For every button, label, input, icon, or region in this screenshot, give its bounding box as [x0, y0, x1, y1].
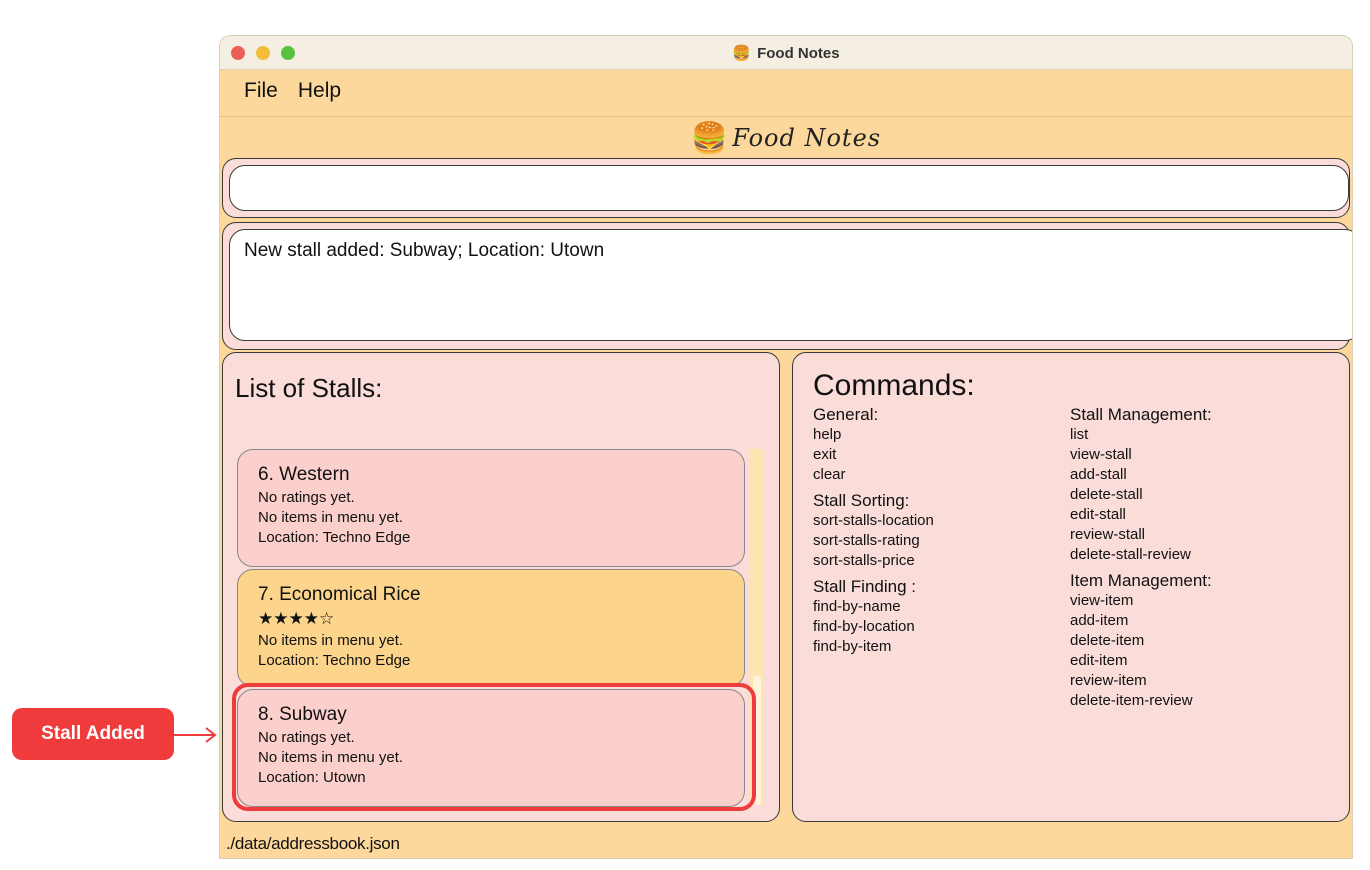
command-review-stall: review-stall — [1070, 526, 1146, 543]
stall-card[interactable]: 8. Subway No ratings yet. No items in me… — [237, 689, 745, 807]
command-list: list — [1070, 426, 1089, 443]
command-clear: clear — [813, 466, 846, 483]
command-find-by-item: find-by-item — [813, 638, 892, 655]
stall-card-location: Location: Utown — [258, 769, 366, 786]
command-find-by-location: find-by-location — [813, 618, 915, 635]
command-add-item: add-item — [1070, 612, 1129, 629]
stall-card-header: 6. Western — [258, 464, 350, 485]
title-bar: 🍔 Food Notes — [220, 36, 1352, 70]
commands-group-heading: Stall Management: — [1070, 405, 1212, 424]
stall-card-location: Location: Techno Edge — [258, 529, 411, 546]
annotation-arrow-icon — [174, 727, 217, 743]
command-add-stall: add-stall — [1070, 466, 1127, 483]
window-title: 🍔 Food Notes — [732, 45, 840, 62]
menu-file[interactable]: File — [244, 79, 278, 103]
stall-card-rating: No ratings yet. — [258, 489, 355, 506]
command-input[interactable] — [229, 165, 1349, 211]
stall-card[interactable]: 6. Western No ratings yet. No items in m… — [237, 449, 745, 567]
command-view-item: view-item — [1070, 592, 1134, 609]
banner-logo-text: Food Notes — [732, 124, 882, 152]
commands-column-right: Stall Management: list view-stall add-st… — [1070, 405, 1320, 711]
command-delete-item-review: delete-item-review — [1070, 692, 1193, 709]
stall-card-header: 8. Subway — [258, 704, 347, 725]
stall-list-panel: List of Stalls: 6. Western No ratings ye… — [222, 352, 780, 822]
command-edit-item: edit-item — [1070, 652, 1128, 669]
burger-icon: 🍔 — [690, 121, 729, 155]
stall-card-menu: No items in menu yet. — [258, 632, 404, 649]
command-find-by-name: find-by-name — [813, 598, 901, 615]
command-sort-stalls-price: sort-stalls-price — [813, 552, 915, 569]
commands-group-heading: Stall Finding : — [813, 577, 916, 596]
app-banner: 🍔 Food Notes — [220, 116, 1352, 159]
command-sort-stalls-location: sort-stalls-location — [813, 512, 934, 529]
menu-help[interactable]: Help — [298, 79, 341, 103]
stall-list-title: List of Stalls: — [235, 373, 383, 403]
command-box-panel — [222, 158, 1350, 218]
stall-list-scroll-thumb[interactable] — [753, 675, 761, 805]
stall-card-location: Location: Techno Edge — [258, 652, 411, 669]
stall-card-menu: No items in menu yet. — [258, 509, 404, 526]
commands-panel: Commands: General: help exit clear Stall… — [792, 352, 1350, 822]
commands-group-heading: Stall Sorting: — [813, 491, 910, 510]
annotation-badge: Stall Added — [12, 708, 174, 760]
commands-title: Commands: — [813, 369, 975, 402]
stall-card-menu: No items in menu yet. — [258, 749, 404, 766]
stall-card-rating: No ratings yet. — [258, 729, 355, 746]
menu-bar: File Help — [220, 70, 1352, 112]
command-sort-stalls-rating: sort-stalls-rating — [813, 532, 920, 549]
commands-group-heading: General: — [813, 405, 879, 424]
app-window: 🍔 Food Notes File Help 🍔 Food Notes New s… — [220, 36, 1352, 858]
commands-column-left: General: help exit clear Stall Sorting: … — [813, 405, 1063, 657]
stall-card[interactable]: 7. Economical Rice ★★★★☆ No items in men… — [237, 569, 745, 687]
command-help: help — [813, 426, 842, 443]
status-bar-file-path: ./data/addressbook.json — [226, 834, 400, 853]
command-exit: exit — [813, 446, 837, 463]
command-delete-item: delete-item — [1070, 632, 1145, 649]
command-review-item: review-item — [1070, 672, 1147, 689]
command-edit-stall: edit-stall — [1070, 506, 1126, 523]
stall-card-rating-stars: ★★★★☆ — [258, 609, 335, 628]
command-view-stall: view-stall — [1070, 446, 1132, 463]
result-display: New stall added: Subway; Location: Utown — [229, 229, 1352, 341]
burger-icon: 🍔 — [732, 45, 752, 62]
command-delete-stall-review: delete-stall-review — [1070, 546, 1191, 563]
stall-card-header: 7. Economical Rice — [258, 584, 421, 605]
result-display-panel: New stall added: Subway; Location: Utown — [222, 222, 1352, 350]
commands-group-heading: Item Management: — [1070, 571, 1212, 590]
command-delete-stall: delete-stall — [1070, 486, 1143, 503]
